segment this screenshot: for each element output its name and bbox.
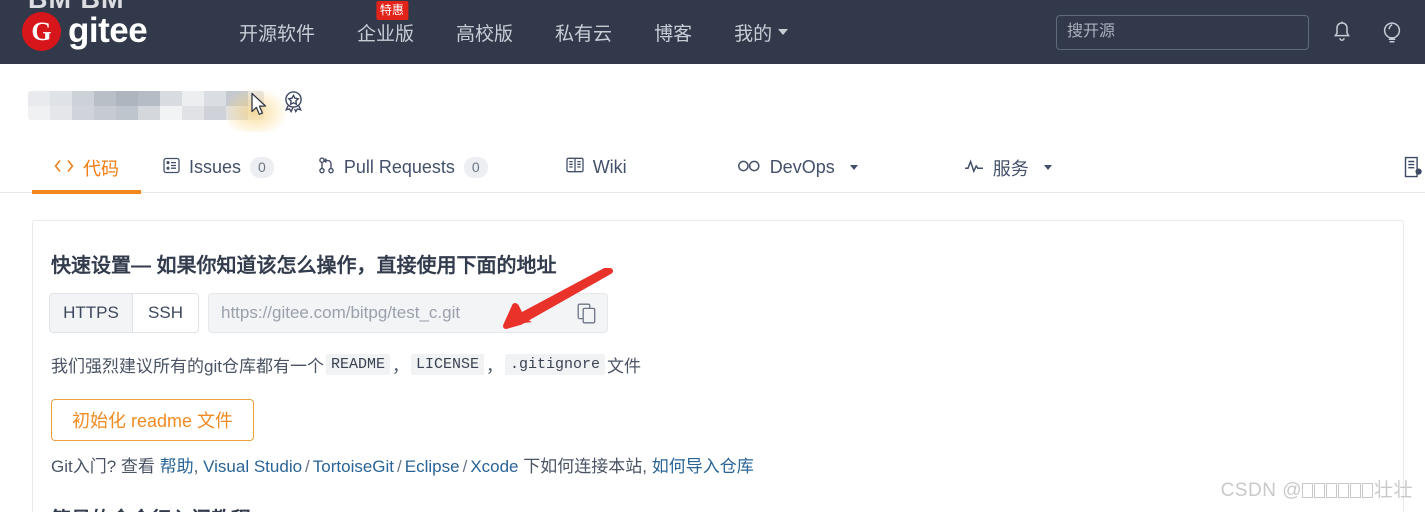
navbar-right-group <box>1056 0 1409 64</box>
issue-icon <box>163 157 180 179</box>
tab-label: Issues <box>189 157 242 177</box>
nav-item-label: 我的 <box>734 23 773 45</box>
nav-item-label: 高校版 <box>456 23 514 45</box>
primary-nav: 开源软件 特惠 企业版 高校版 私有云 博客 我的 <box>218 0 809 64</box>
nav-item-education[interactable]: 高校版 <box>435 0 534 64</box>
xcode-link[interactable]: Xcode <box>470 457 518 476</box>
tab-label: 代码 <box>83 158 119 179</box>
tab-wiki[interactable]: Wiki <box>510 142 683 193</box>
gitee-logo[interactable]: G gitee <box>22 10 148 51</box>
nav-item-label: 企业版 <box>357 23 415 45</box>
clone-url-row: HTTPS SSH https://gitee.com/bitpg/test_c… <box>49 293 608 333</box>
repo-files-suggestion: 我们强烈建议所有的git仓库都有一个 README ， LICENSE ， .g… <box>51 352 641 377</box>
nav-item-label: 博客 <box>654 23 693 45</box>
pull-request-icon <box>318 156 335 179</box>
help-prefix: Git入门? <box>51 457 117 476</box>
nav-item-privatecloud[interactable]: 私有云 <box>534 0 633 64</box>
repository-title-group <box>28 89 308 122</box>
help-middle-text: 下如何连接本站, <box>523 457 647 476</box>
chip-separator-1: ， <box>391 357 409 376</box>
tab-label: Pull Requests <box>343 157 455 177</box>
gitee-logo-text: gitee <box>68 10 148 50</box>
tab-label: Wiki <box>592 157 627 177</box>
nav-item-opensource[interactable]: 开源软件 <box>218 0 336 64</box>
infinity-icon <box>737 157 761 178</box>
quick-setup-title: 快速设置— 如果你知道该怎么操作，直接使用下面的地址 <box>51 255 557 277</box>
document-settings-icon[interactable] <box>1401 156 1425 187</box>
help-link[interactable]: 帮助 <box>160 457 194 476</box>
award-badge-icon <box>278 87 308 122</box>
chip-separator-2: ， <box>486 357 503 376</box>
search-input[interactable] <box>1056 14 1309 50</box>
eclipse-link[interactable]: Eclipse <box>405 457 460 476</box>
copy-icon[interactable] <box>577 303 597 330</box>
pulse-icon <box>964 157 984 178</box>
chip-gitignore: .gitignore <box>505 354 606 375</box>
chevron-down-icon <box>778 29 789 35</box>
bell-icon[interactable] <box>1325 15 1359 49</box>
chevron-down-icon <box>849 165 858 170</box>
nav-item-mine[interactable]: 我的 <box>713 0 809 64</box>
repository-name-redacted <box>28 91 264 120</box>
help-view-label: 查看 <box>120 457 155 476</box>
wiki-book-icon <box>566 157 584 178</box>
tab-issues[interactable]: Issues 0 <box>141 142 296 193</box>
top-navbar: BM BM G gitee 开源软件 特惠 企业版 高校版 私有云 博客 我 <box>0 0 1425 64</box>
protocol-https-button[interactable]: HTTPS <box>49 293 133 333</box>
git-help-line: Git入门? 查看 帮助, Visual Studio / TortoiseGit /… <box>51 452 754 477</box>
promo-badge: 特惠 <box>375 1 408 20</box>
link-separator: / <box>397 457 402 476</box>
next-section-title: 简易的命令行入门教程 <box>51 503 251 512</box>
lightbulb-icon[interactable] <box>1375 15 1409 49</box>
init-readme-button[interactable]: 初始化 readme 文件 <box>51 399 255 441</box>
protocol-ssh-button[interactable]: SSH <box>133 293 199 333</box>
tab-badge-count: 0 <box>463 156 488 179</box>
tortoisegit-link[interactable]: TortoiseGit <box>313 457 394 476</box>
repository-tabbar: 代码 Issues 0 Pull Requests 0 Wiki DevOps … <box>0 142 1425 194</box>
tab-services[interactable]: 服务 <box>912 142 1104 193</box>
protocol-toggle-group: HTTPS SSH <box>49 293 199 333</box>
nav-item-enterprise[interactable]: 特惠 企业版 <box>336 0 435 64</box>
import-repo-link[interactable]: 如何导入仓库 <box>652 457 754 476</box>
quick-setup-card: 快速设置— 如果你知道该怎么操作，直接使用下面的地址 HTTPS SSH htt… <box>32 220 1404 512</box>
tab-devops[interactable]: DevOps <box>683 142 912 193</box>
tab-label: DevOps <box>769 157 835 177</box>
tab-badge-count: 0 <box>250 156 274 179</box>
code-icon <box>54 157 74 178</box>
help-comma: , <box>193 457 199 476</box>
tab-code[interactable]: 代码 <box>32 142 141 194</box>
nav-item-label: 私有云 <box>555 23 613 45</box>
chevron-down-icon <box>1043 165 1052 170</box>
clone-url-field[interactable]: https://gitee.com/bitpg/test_c.git <box>208 293 608 333</box>
repository-header: Watching 1 <box>0 64 1425 190</box>
link-separator: / <box>305 457 310 476</box>
gitee-logo-mark: G <box>22 12 61 51</box>
nav-item-label: 开源软件 <box>239 23 316 45</box>
visual-studio-link[interactable]: Visual Studio <box>203 457 302 476</box>
clone-url-value: https://gitee.com/bitpg/test_c.git <box>221 303 461 322</box>
link-separator: / <box>462 457 468 476</box>
suggestion-prefix: 我们强烈建议所有的git仓库都有一个 <box>51 357 324 376</box>
page-root: BM BM G gitee 开源软件 特惠 企业版 高校版 私有云 博客 我 <box>0 0 1425 512</box>
tab-pull-requests[interactable]: Pull Requests 0 <box>296 142 510 193</box>
suggestion-suffix: 文件 <box>607 357 642 376</box>
cut-off-banner-graphic: BM BM <box>28 0 188 10</box>
tab-label: 服务 <box>992 158 1029 179</box>
chip-readme: README <box>325 354 390 375</box>
tab-list: 代码 Issues 0 Pull Requests 0 Wiki DevOps … <box>32 142 1104 194</box>
chip-license: LICENSE <box>410 354 484 375</box>
nav-item-blog[interactable]: 博客 <box>633 0 713 64</box>
